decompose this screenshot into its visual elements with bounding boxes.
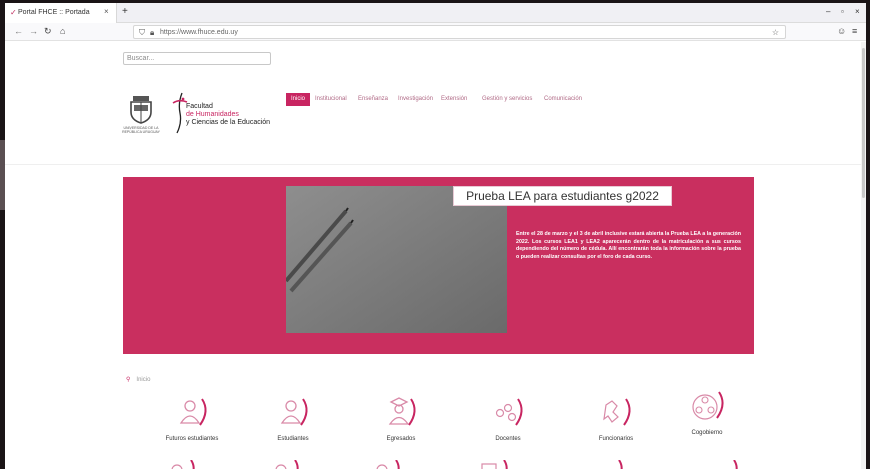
menu-item-institucional[interactable]: Institucional xyxy=(315,95,347,104)
search-input[interactable] xyxy=(123,52,271,65)
web-page: UNIVERSIDAD DE LA REPÚBLICA URUGUAY Facu… xyxy=(5,42,866,469)
menu-item-extension[interactable]: Extensión xyxy=(441,95,467,104)
staff-icon xyxy=(603,398,631,426)
future-students-icon xyxy=(179,398,207,426)
scrollbar-thumb[interactable] xyxy=(862,48,865,198)
banner-photo xyxy=(286,186,507,333)
category-label: Egresados xyxy=(386,436,416,442)
banner-title[interactable]: Prueba LEA para estudiantes g2022 xyxy=(453,186,672,206)
back-icon[interactable]: ← xyxy=(14,26,23,37)
maximize-button[interactable]: ▫ xyxy=(841,7,844,17)
faculty-name-line1: Facultad xyxy=(186,103,213,110)
category-label: Funcionarios xyxy=(598,436,634,442)
pencils-image xyxy=(286,186,507,333)
graduates-icon xyxy=(388,397,416,426)
address-bar[interactable]: ⛉ 🔒︎ https://www.fhuce.edu.uy ☆ xyxy=(133,25,786,39)
favicon-icon: ✓ xyxy=(10,8,17,17)
forward-icon[interactable]: → xyxy=(29,26,38,37)
teachers-icon xyxy=(495,398,523,426)
partial-row-icon xyxy=(376,460,400,469)
url-text: https://www.fhuce.edu.uy xyxy=(160,29,238,36)
category-label: Estudiantes xyxy=(277,436,309,442)
partial-row-icon xyxy=(481,460,508,469)
cogovernment-icon xyxy=(692,391,724,420)
faculty-name-line2: de Humanidades xyxy=(186,111,239,118)
reload-icon[interactable]: ↻ xyxy=(44,26,52,37)
banner-body: Entre el 28 de marzo y el 3 de abril inc… xyxy=(516,231,741,260)
category-label: Futuros estudiantes xyxy=(165,436,219,442)
close-window-button[interactable]: × xyxy=(855,7,860,17)
partial-row-icon xyxy=(275,460,299,469)
news-banner[interactable]: Prueba LEA para estudiantes g2022 Entre … xyxy=(123,177,754,354)
breadcrumb-home[interactable]: Inicio xyxy=(136,377,150,383)
new-tab-button[interactable]: + xyxy=(122,6,128,18)
category-label: Cogobierno xyxy=(691,430,723,436)
udelar-logo-text: UNIVERSIDAD DE LA REPÚBLICA URUGUAY xyxy=(122,126,160,134)
pocket-icon[interactable]: ☺ xyxy=(837,26,846,37)
home-icon[interactable]: ⌂ xyxy=(60,26,65,37)
partial-row-icon xyxy=(171,460,195,469)
shield-icon[interactable]: ⛉ xyxy=(139,27,145,38)
menu-icon[interactable]: ≡ xyxy=(852,26,857,37)
bookmark-star-icon[interactable]: ☆ xyxy=(772,27,779,38)
navigation-bar: ← → ↻ ⌂ ⛉ 🔒︎ https://www.fhuce.edu.uy ☆ … xyxy=(5,23,866,41)
browser-window: ✓ Portal FHCE :: Portada × + – ▫ × ← → ↻… xyxy=(5,3,866,469)
menu-item-gestion[interactable]: Gestión y servicios xyxy=(482,95,532,104)
header-divider xyxy=(5,164,866,165)
faculty-name-line3: y Ciencias de la Educación xyxy=(186,119,271,126)
category-label: Docentes xyxy=(495,436,521,442)
partial-row-icon xyxy=(733,460,738,469)
students-icon xyxy=(280,398,308,426)
breadcrumb: ⚲ Inicio xyxy=(126,376,150,384)
menu-item-comunicacion[interactable]: Comunicación xyxy=(544,95,582,104)
tab-bar: ✓ Portal FHCE :: Portada × + – ▫ × xyxy=(5,3,866,23)
menu-item-inicio[interactable]: Inicio xyxy=(286,93,310,106)
faculty-name[interactable]: Facultad de Humanidades y Ciencias de la… xyxy=(186,103,270,127)
minimize-button[interactable]: – xyxy=(826,7,830,17)
location-pin-icon: ⚲ xyxy=(126,377,131,383)
tab-title: Portal FHCE :: Portada xyxy=(18,9,90,16)
menu-item-investigacion[interactable]: Investigación xyxy=(398,95,433,104)
page-scrollbar[interactable] xyxy=(861,42,866,469)
partial-row-icon xyxy=(618,460,623,469)
lock-icon[interactable]: 🔒︎ xyxy=(150,27,154,38)
menu-item-ensenanza[interactable]: Enseñanza xyxy=(358,95,388,104)
tab-close-icon[interactable]: × xyxy=(104,7,109,17)
browser-tab[interactable]: ✓ Portal FHCE :: Portada × xyxy=(5,3,117,23)
